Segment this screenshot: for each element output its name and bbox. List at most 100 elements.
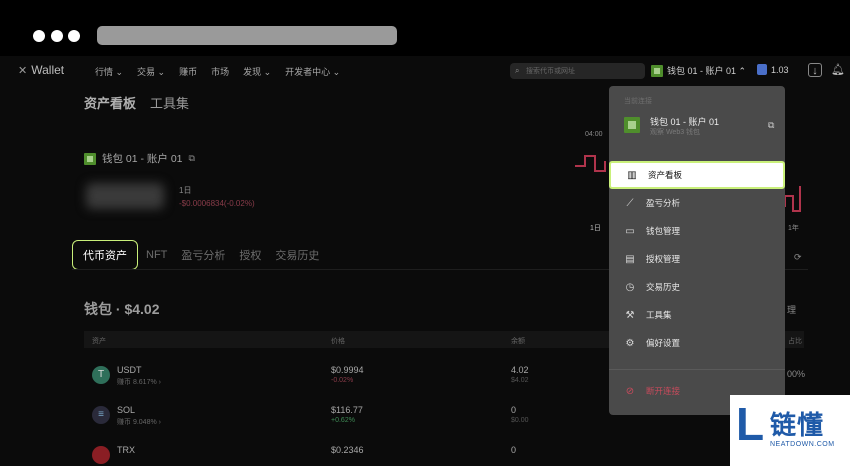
tab-pnl[interactable]: 盈亏分析 <box>181 247 225 263</box>
token-symbol: SOL <box>117 405 136 415</box>
wallet-avatar <box>651 64 663 77</box>
nav-marketplace[interactable]: 市场 <box>211 65 229 78</box>
menu-item-wallet-management[interactable]: ▭ 钱包管理 <box>609 217 785 245</box>
dropdown-account-type: 观察 Web3 钱包 <box>650 129 701 136</box>
asset-tabs: 代币资产 NFT 盈亏分析 授权 交易历史 <box>72 240 333 270</box>
menu-item-label: 授权管理 <box>646 254 681 264</box>
tab-tools[interactable]: 工具集 <box>150 93 189 112</box>
menu-item-approvals[interactable]: ▤ 授权管理 <box>609 245 785 273</box>
chart-line-left <box>575 155 606 172</box>
document-icon: ▤ <box>625 253 635 265</box>
account-label: 钱包 01 - 账户 01 <box>102 153 183 165</box>
tab-dashboard[interactable]: 资产看板 <box>84 93 136 112</box>
token-balance: 0 <box>511 445 517 455</box>
table-row[interactable]: TRX $0.2346 0 <box>84 440 804 466</box>
token-usd: $4.02 <box>511 377 529 384</box>
copy-icon[interactable]: ⧉ <box>189 153 195 164</box>
wallet-selector[interactable]: 钱包 01 - 账户 01 ⌃ <box>651 64 746 77</box>
menu-item-pnl[interactable]: ⟋ 盈亏分析 <box>609 189 785 217</box>
menu-item-label: 偏好设置 <box>646 338 681 348</box>
chart-range-1y[interactable]: 1年 <box>788 223 799 233</box>
history-icon: ◷ <box>625 281 635 293</box>
top-navbar: ✕ Wallet 行情 ⌄ 交易 ⌄ 赚币 市场 发现 ⌄ 开发者中心 ⌄ ⌕ … <box>0 56 850 86</box>
download-icon[interactable]: ↓ <box>808 63 822 77</box>
token-earn-rate[interactable]: 赚币 9.048% › <box>117 417 161 427</box>
nav-market[interactable]: 行情 ⌄ <box>95 65 123 78</box>
watermark-logo: L 链懂 NEATDOWN.COM <box>730 395 850 466</box>
gas-value: 1.03 <box>771 64 789 75</box>
window-dot <box>33 30 45 42</box>
browser-top-bar <box>0 0 850 56</box>
logo-text: Wallet <box>31 63 65 77</box>
disconnect-icon: ⊘ <box>625 385 635 397</box>
menu-item-tools[interactable]: ⚒ 工具集 <box>609 301 785 329</box>
sol-icon: ≡ <box>92 406 110 424</box>
watermark-sub: NEATDOWN.COM <box>770 441 835 448</box>
tab-approvals[interactable]: 授权 <box>239 247 261 263</box>
wallet-dropdown-menu: 当前连接 钱包 01 - 账户 01 观察 Web3 钱包 ⧉ ▥ 资产看板 ⟋… <box>609 86 785 415</box>
nav-discover[interactable]: 发现 ⌄ <box>243 65 271 78</box>
token-change: -0.02% <box>331 377 354 384</box>
chart-icon: ⟋ <box>626 197 634 209</box>
wrench-icon: ⚒ <box>625 309 635 321</box>
tab-nft[interactable]: NFT <box>146 249 167 261</box>
copy-icon[interactable]: ⧉ <box>768 120 774 131</box>
account-header: 钱包 01 - 账户 01 ⧉ <box>84 151 195 166</box>
token-balance: 4.02 <box>511 365 529 375</box>
menu-item-history[interactable]: ◷ 交易历史 <box>609 273 785 301</box>
col-balance: 余额 <box>511 338 525 345</box>
menu-item-label: 盈亏分析 <box>646 198 681 208</box>
period-label: 1日 <box>179 186 192 195</box>
dropdown-account[interactable]: 钱包 01 - 账户 01 观察 Web3 钱包 ⧉ <box>624 114 774 136</box>
window-dot <box>68 30 80 42</box>
page-tabs: 资产看板 工具集 <box>84 93 189 112</box>
token-price: $0.9994 <box>331 365 364 375</box>
nav-trade[interactable]: 交易 ⌄ <box>137 65 165 78</box>
menu-divider <box>609 369 785 370</box>
wallet-icon: ▭ <box>625 225 635 237</box>
watermark-text: 链懂 <box>770 410 825 440</box>
wallet-total: 钱包 · $4.02 <box>84 301 160 317</box>
dropdown-account-avatar <box>624 117 640 133</box>
window-dot <box>51 30 63 42</box>
token-symbol: TRX <box>117 445 135 455</box>
refresh-icon[interactable]: ⟳ <box>794 252 802 263</box>
bell-icon[interactable]: 🔔︎ <box>831 63 845 77</box>
tab-tokens[interactable]: 代币资产 <box>72 240 138 270</box>
usdt-icon: T <box>92 366 110 384</box>
token-price: $116.77 <box>331 405 363 415</box>
search-icon: ⌕ <box>515 66 520 75</box>
menu-item-preferences[interactable]: ⚙ 偏好设置 <box>609 329 785 357</box>
menu-item-label: 工具集 <box>646 310 672 320</box>
token-symbol: USDT <box>117 365 142 375</box>
wallet-selector-label: 钱包 01 - 账户 01 ⌃ <box>667 66 747 76</box>
tab-history[interactable]: 交易历史 <box>275 247 319 263</box>
chart-label-time: 04:00 <box>585 131 603 138</box>
current-connection-label: 当前连接 <box>624 98 652 105</box>
token-balance: 0 <box>511 405 517 415</box>
nav-earn[interactable]: 赚币 <box>179 65 197 78</box>
col-asset: 资产 <box>92 338 106 345</box>
search-input[interactable]: ⌕ 搜索代币或网址 <box>510 63 645 79</box>
address-bar[interactable] <box>97 26 397 45</box>
wallet-logo[interactable]: ✕ Wallet <box>18 63 64 77</box>
balance-change: -$0.0006834(-0.02%) <box>179 199 255 208</box>
nav-developer[interactable]: 开发者中心 ⌄ <box>285 65 340 78</box>
menu-item-dashboard[interactable]: ▥ 资产看板 <box>609 161 785 189</box>
col-share: 占比 <box>788 338 802 345</box>
token-share: 00% <box>787 369 806 379</box>
gas-icon <box>757 64 767 75</box>
menu-item-label: 钱包管理 <box>646 226 681 236</box>
chart-range-1d[interactable]: 1日 <box>590 223 601 233</box>
search-placeholder: 搜索代币或网址 <box>526 68 575 75</box>
manage-link[interactable]: 理 <box>787 303 796 316</box>
gas-indicator[interactable]: 1.03 <box>757 64 789 75</box>
dashboard-icon: ▥ <box>627 169 637 181</box>
settings-icon: ⚙ <box>625 337 635 349</box>
token-change: +0.62% <box>331 417 355 424</box>
menu-item-label: 资产看板 <box>648 170 683 180</box>
account-avatar <box>84 152 96 165</box>
token-earn-rate[interactable]: 赚币 8.617% › <box>117 377 161 387</box>
token-usd: $0.00 <box>511 417 529 424</box>
menu-item-label: 交易历史 <box>646 282 681 292</box>
